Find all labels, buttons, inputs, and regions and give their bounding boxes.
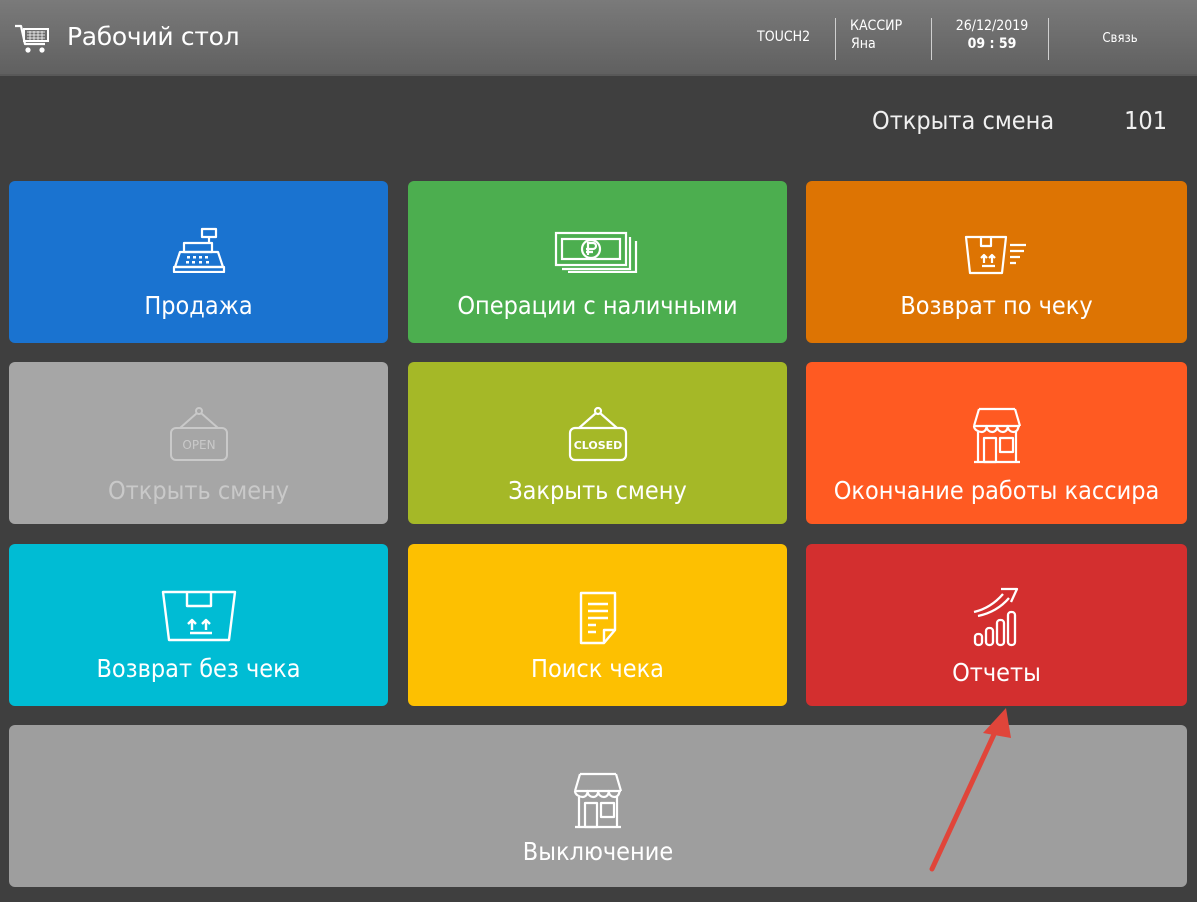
closed-sign-icon: CLOSED (568, 406, 627, 462)
connection-button[interactable]: Связь (1065, 24, 1175, 54)
receipt-icon (579, 591, 616, 645)
shift-status: Открыта смена (872, 106, 1055, 135)
shutdown-tile[interactable]: Выключение (9, 725, 1187, 887)
tile-label: Отчеты (952, 658, 1041, 687)
growth-chart-icon (973, 587, 1018, 647)
terminal-name: TOUCH2 (757, 29, 811, 45)
return-box-receipt-icon (964, 235, 1026, 275)
cash-operations-tile[interactable]: Операции с наличными (408, 181, 787, 343)
sale-tile[interactable]: Продажа (9, 181, 388, 343)
end-cashier-work-tile[interactable]: Окончание работы кассира (806, 362, 1187, 524)
shift-number: 101 (1124, 106, 1167, 135)
tile-label: Открыть смену (107, 476, 290, 505)
return-without-receipt-tile[interactable]: Возврат без чека (9, 544, 388, 706)
find-receipt-tile[interactable]: Поиск чека (408, 544, 787, 706)
reports-tile[interactable]: Отчеты (806, 544, 1187, 706)
divider (835, 18, 836, 60)
tile-label: Возврат по чеку (900, 291, 1093, 320)
open-sign-icon: OPEN (169, 407, 228, 461)
tile-label: Поиск чека (531, 654, 664, 683)
cash-ruble-icon (554, 231, 637, 273)
open-shift-tile: OPEN Открыть смену (9, 362, 388, 524)
cart-icon (15, 24, 49, 53)
return-by-receipt-tile[interactable]: Возврат по чеку (806, 181, 1187, 343)
top-bar: Рабочий стол TOUCH2 КАССИР Яна 26/12/201… (0, 0, 1197, 76)
time-display: 09 : 59 (967, 36, 1017, 52)
return-box-icon (161, 590, 236, 642)
divider (1048, 18, 1049, 60)
tile-label: Операции с наличными (457, 291, 738, 320)
divider (931, 18, 932, 60)
tile-label: Продажа (144, 291, 253, 320)
tile-label: Окончание работы кассира (833, 476, 1160, 505)
store-icon (573, 772, 623, 829)
tile-label: Выключение (522, 837, 674, 866)
store-icon (972, 407, 1021, 464)
tile-label: Возврат без чека (96, 654, 301, 683)
cashier-name: Яна (851, 36, 876, 52)
cashier-role: КАССИР (850, 18, 903, 34)
date-display: 26/12/2019 (955, 18, 1029, 34)
page-title: Рабочий стол (67, 22, 240, 51)
svg-text:CLOSED: CLOSED (573, 439, 622, 452)
close-shift-tile[interactable]: CLOSED Закрыть смену (408, 362, 787, 524)
cash-register-icon (172, 227, 225, 273)
tile-label: Закрыть смену (508, 476, 687, 505)
svg-text:OPEN: OPEN (182, 438, 215, 452)
